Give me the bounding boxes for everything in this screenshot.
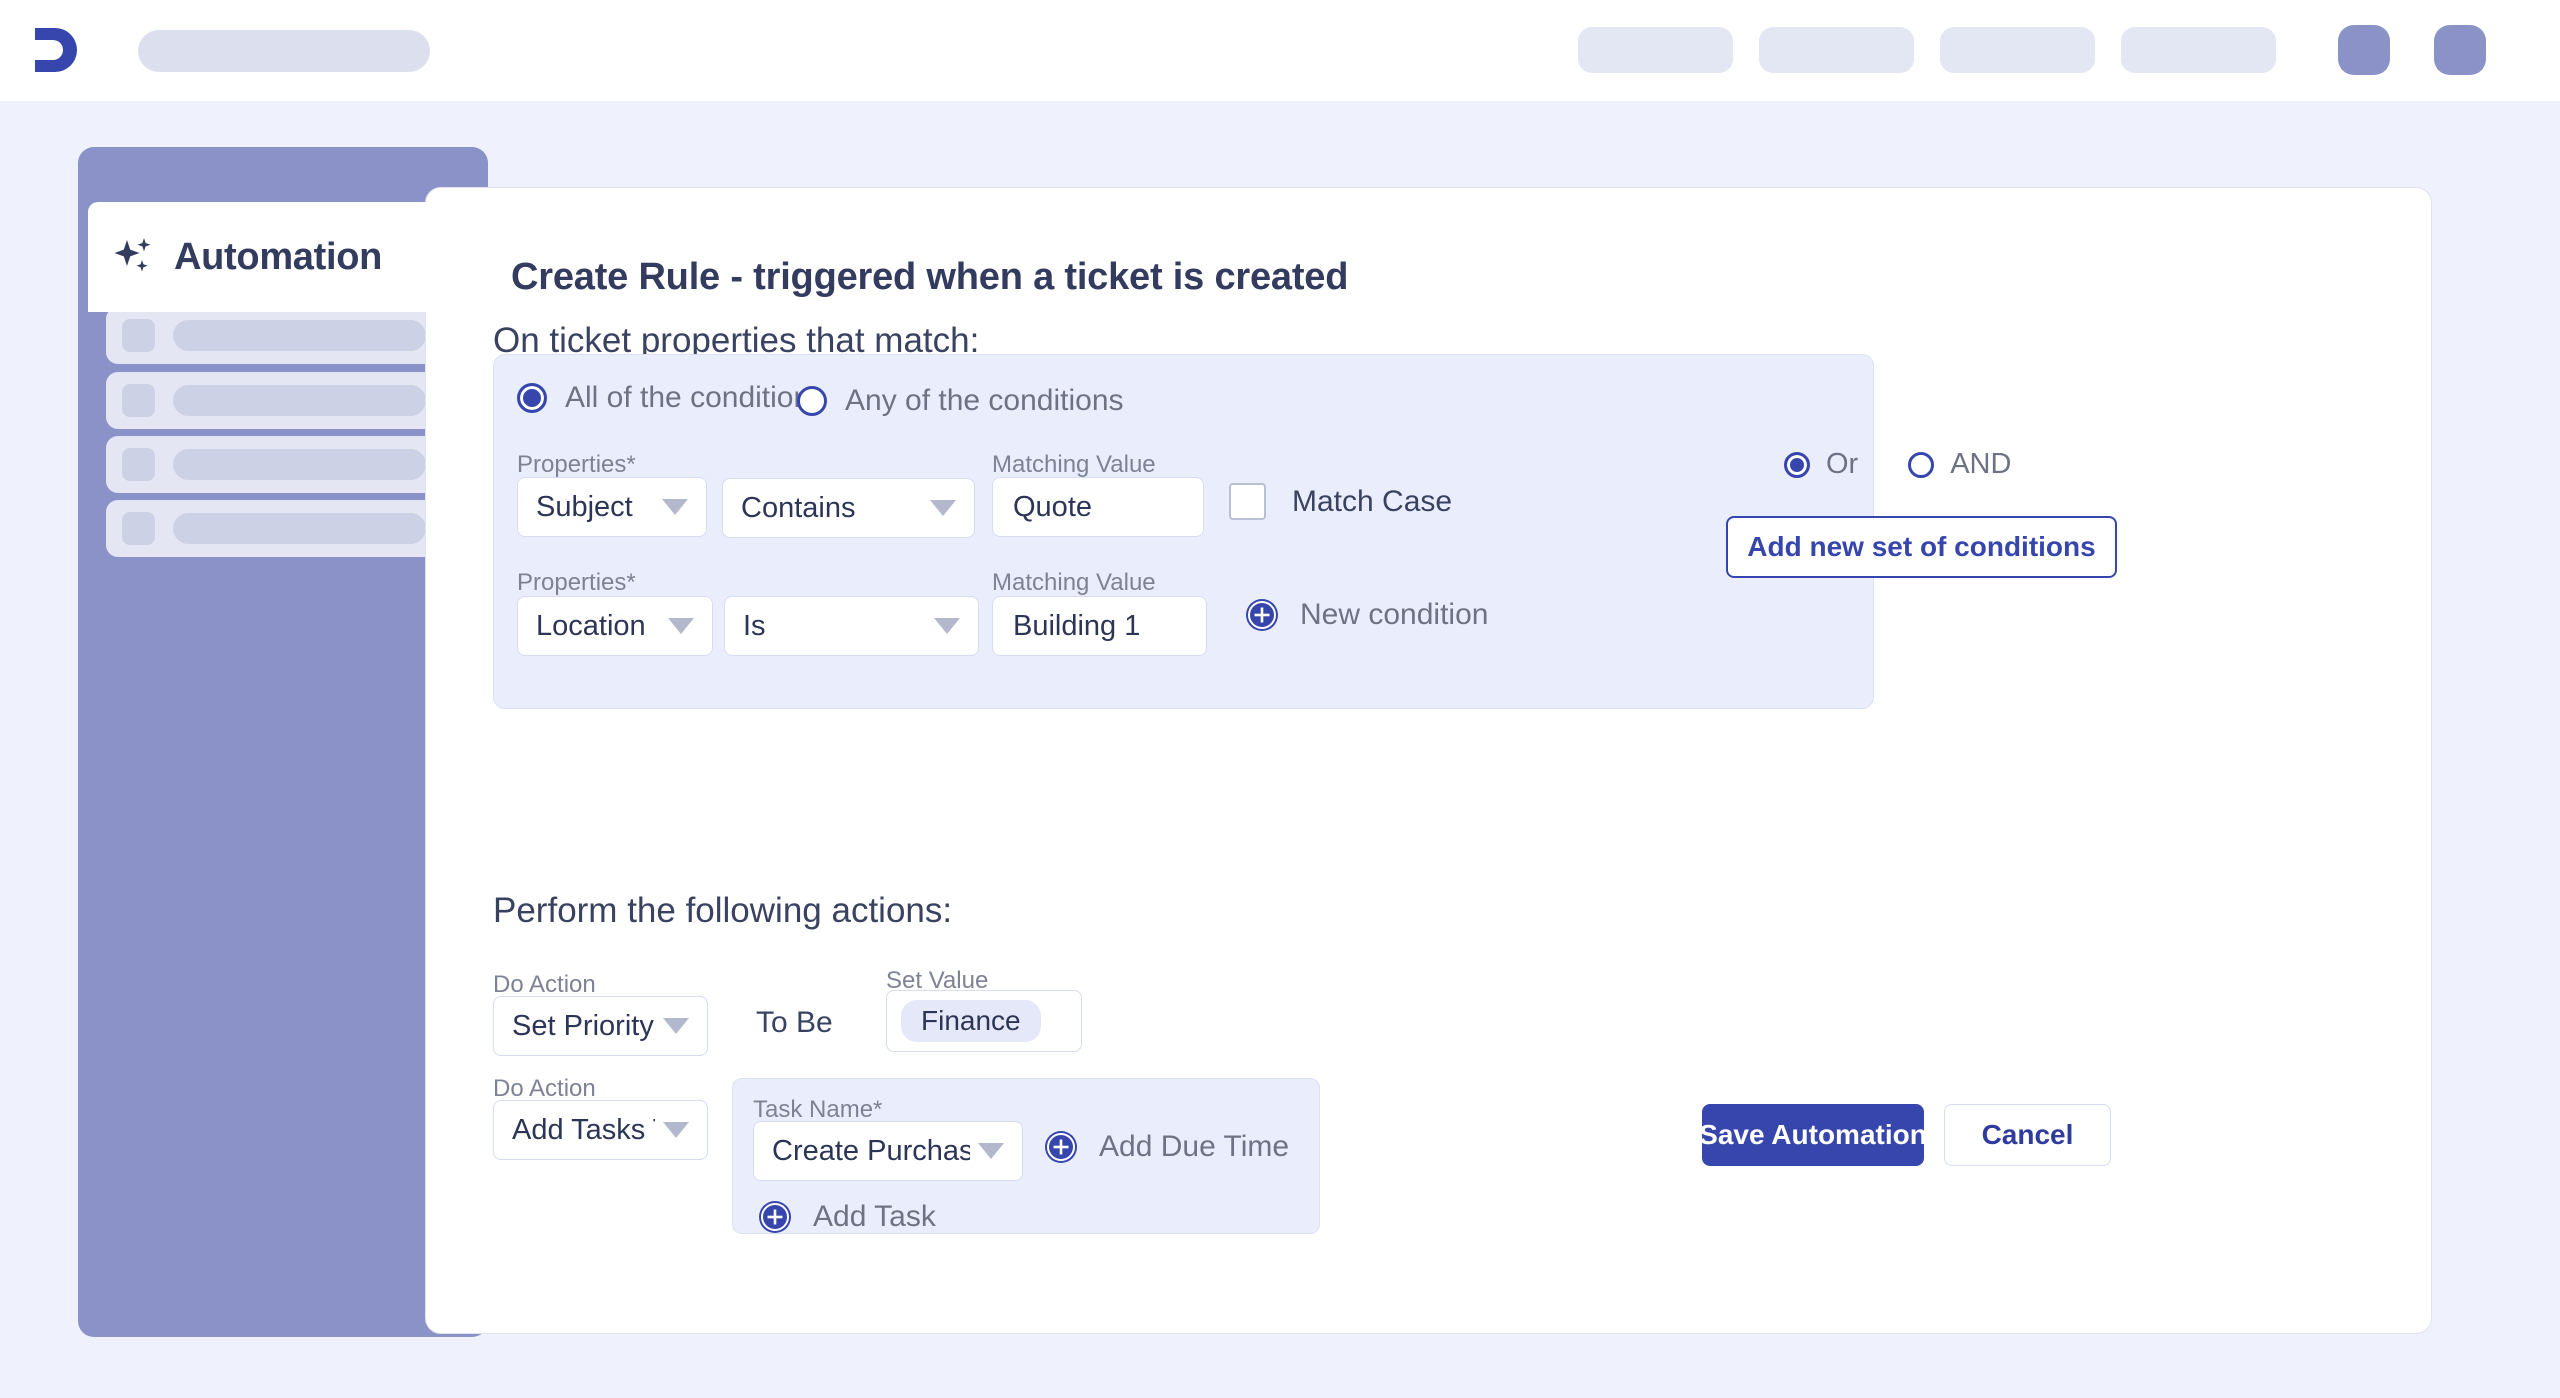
sidebar-item-placeholder-4[interactable]: [106, 500, 444, 557]
radio-and-label: AND: [1950, 448, 2011, 481]
chevron-down-icon: [930, 500, 956, 516]
condition-1-operator-select[interactable]: Contains: [722, 478, 975, 538]
plus-circle-icon: [1043, 1129, 1079, 1165]
radio-or-label: Or: [1826, 448, 1858, 481]
sparkle-icon: [114, 236, 156, 278]
radio-and[interactable]: AND: [1908, 448, 2011, 481]
set-value-chip[interactable]: Finance: [901, 1000, 1041, 1042]
condition-2-matching-value: Building 1: [1013, 610, 1140, 643]
avatar-placeholder-1[interactable]: [2338, 25, 2390, 75]
action-2-do-action-value: Add Tasks To Do: [512, 1114, 655, 1147]
chevron-down-icon: [668, 618, 694, 634]
condition-mode-group: All of the conditions Any of the conditi…: [494, 381, 1873, 437]
radio-all-conditions-label: All of the conditions: [565, 381, 825, 415]
task-name-label: Task Name*: [753, 1096, 882, 1124]
condition-2-properties-label: Properties*: [517, 569, 636, 597]
new-condition-button[interactable]: New condition: [1244, 597, 1488, 633]
match-case-checkbox-row[interactable]: Match Case: [1229, 483, 1452, 520]
condition-2-property-value: Location: [536, 610, 660, 643]
sidebar-item-label-placeholder: [173, 385, 426, 416]
top-navigation-bar: [0, 0, 2560, 101]
sidebar-item-icon-placeholder: [122, 319, 155, 352]
action-2-do-action-select[interactable]: Add Tasks To Do: [493, 1100, 708, 1160]
condition-1-property-select[interactable]: Subject: [517, 477, 707, 537]
condition-1-properties-label: Properties*: [517, 451, 636, 479]
chevron-down-icon: [663, 1122, 689, 1138]
sidebar-item-automation-label: Automation: [174, 236, 382, 279]
sidebar-item-icon-placeholder: [122, 384, 155, 417]
condition-2-matching-value-label: Matching Value: [992, 569, 1156, 597]
condition-2-property-select[interactable]: Location: [517, 596, 713, 656]
radio-any-conditions[interactable]: Any of the conditions: [797, 384, 1124, 418]
condition-1-matching-value: Quote: [1013, 491, 1092, 524]
chevron-down-icon: [978, 1143, 1004, 1159]
action-1-set-value-field[interactable]: Finance: [886, 990, 1082, 1052]
action-1-do-action-value: Set Priority: [512, 1010, 655, 1043]
action-1-do-action-select[interactable]: Set Priority: [493, 996, 708, 1056]
header-title-placeholder: [138, 30, 430, 72]
chevron-down-icon: [934, 618, 960, 634]
brand-d-logo-icon[interactable]: [25, 18, 89, 82]
create-rule-card: Create Rule - triggered when a ticket is…: [425, 187, 2432, 1334]
condition-1-matching-value-label: Matching Value: [992, 451, 1156, 479]
sidebar-item-automation[interactable]: Automation: [88, 202, 448, 312]
action-1-do-action-label: Do Action: [493, 971, 596, 999]
task-name-select[interactable]: Create Purchase Order: [753, 1121, 1023, 1181]
radio-any-conditions-label: Any of the conditions: [845, 384, 1124, 418]
task-name-value: Create Purchase Order: [772, 1135, 970, 1168]
sidebar-item-placeholder-3[interactable]: [106, 436, 444, 493]
radio-all-conditions[interactable]: All of the conditions: [517, 381, 825, 415]
form-footer-buttons: Save Automation Cancel: [1702, 1104, 2111, 1166]
condition-2-operator-value: Is: [743, 610, 926, 643]
add-new-set-of-conditions-button[interactable]: Add new set of conditions: [1726, 516, 2117, 578]
nav-item-placeholder-3[interactable]: [1940, 27, 2095, 73]
to-be-label: To Be: [756, 1006, 833, 1040]
condition-1-matching-value-input[interactable]: Quote: [992, 477, 1204, 537]
sidebar-item-label-placeholder: [173, 449, 426, 480]
add-task-label: Add Task: [813, 1200, 936, 1234]
radio-or[interactable]: Or: [1784, 448, 1858, 481]
match-case-label: Match Case: [1292, 485, 1452, 519]
match-case-checkbox[interactable]: [1229, 483, 1266, 520]
nav-item-placeholder-4[interactable]: [2121, 27, 2276, 73]
sidebar-item-placeholder-2[interactable]: [106, 372, 444, 429]
page-background: Automation Create Rule - triggered when …: [0, 101, 2560, 1398]
nav-item-placeholder-2[interactable]: [1759, 27, 1914, 73]
condition-2-matching-value-input[interactable]: Building 1: [992, 596, 1207, 656]
new-condition-label: New condition: [1300, 598, 1488, 632]
sidebar-item-icon-placeholder: [122, 512, 155, 545]
radio-all-conditions-indicator: [517, 383, 547, 413]
add-task-button[interactable]: Add Task: [757, 1199, 936, 1235]
sidebar-item-placeholder-1[interactable]: [106, 307, 444, 364]
nav-item-placeholder-1[interactable]: [1578, 27, 1733, 73]
actions-section-label: Perform the following actions:: [493, 891, 952, 931]
chevron-down-icon: [663, 1018, 689, 1034]
sidebar-item-label-placeholder: [173, 513, 426, 544]
sidebar-item-icon-placeholder: [122, 448, 155, 481]
plus-circle-icon: [1244, 597, 1280, 633]
page-title: Create Rule - triggered when a ticket is…: [511, 256, 1348, 299]
conditions-panel: All of the conditions Any of the conditi…: [493, 354, 1874, 709]
chevron-down-icon: [662, 499, 688, 515]
add-due-time-button[interactable]: Add Due Time: [1043, 1129, 1289, 1165]
avatar-placeholder-2[interactable]: [2434, 25, 2486, 75]
action-2-do-action-label: Do Action: [493, 1075, 596, 1103]
condition-1-operator-value: Contains: [741, 492, 922, 525]
save-automation-button[interactable]: Save Automation: [1702, 1104, 1924, 1166]
sidebar-item-label-placeholder: [173, 320, 426, 351]
condition-join-group: Or AND: [1784, 448, 2011, 481]
radio-or-indicator: [1784, 452, 1810, 478]
cancel-button[interactable]: Cancel: [1944, 1104, 2111, 1166]
radio-and-indicator: [1908, 452, 1934, 478]
task-panel: Task Name* Create Purchase Order Add Due…: [732, 1078, 1320, 1234]
condition-2-operator-select[interactable]: Is: [724, 596, 979, 656]
radio-any-conditions-indicator: [797, 386, 827, 416]
condition-1-property-value: Subject: [536, 491, 654, 524]
add-due-time-label: Add Due Time: [1099, 1130, 1289, 1164]
plus-circle-icon: [757, 1199, 793, 1235]
